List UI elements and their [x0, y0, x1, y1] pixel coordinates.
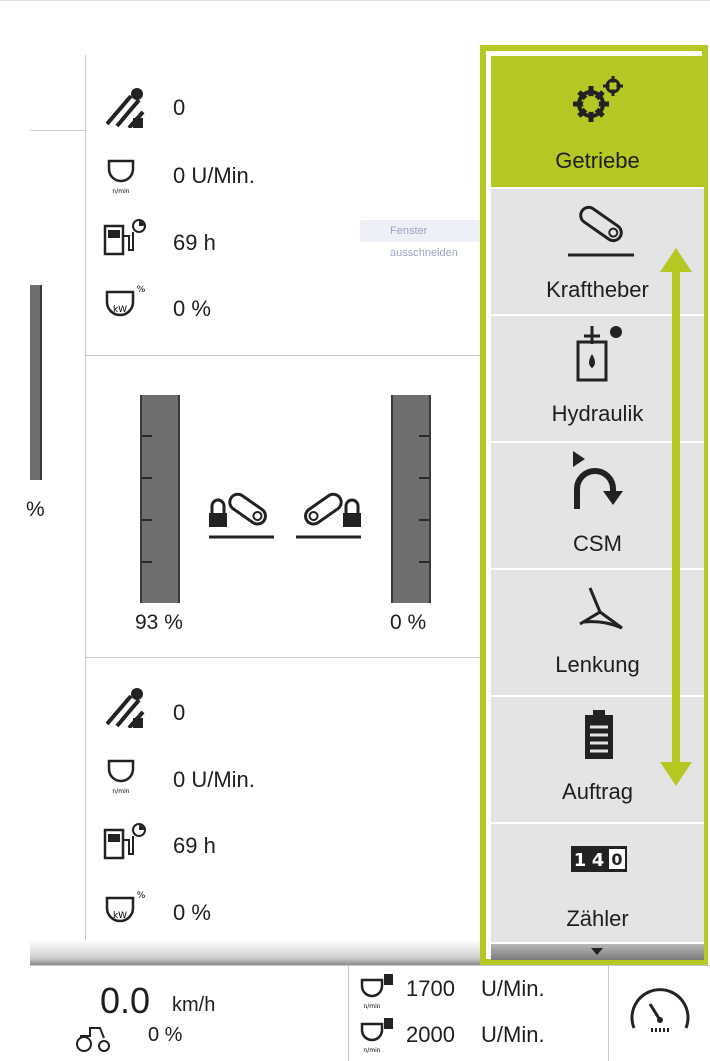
counter-icon: 1 4 0: [571, 846, 627, 872]
hitch-lever-icon: [568, 205, 634, 257]
speedometer-icon[interactable]: [628, 984, 692, 1034]
power-value: 0 %: [173, 296, 211, 321]
menu-item-getriebe[interactable]: Getriebe: [491, 56, 704, 189]
svg-text:kW: kW: [113, 911, 127, 921]
fuel-hours-icon: [103, 823, 146, 860]
footer-divider-1: [348, 966, 349, 1061]
menu-scroll-more[interactable]: [491, 944, 704, 960]
slip-value: 0 %: [148, 1024, 183, 1046]
menu-item-zaehler[interactable]: 1 4 0 Zähler: [491, 824, 704, 944]
middle-bottom-divider: [85, 657, 480, 658]
left-partial-gauge: [30, 285, 42, 480]
engine-rpm-icon: n/min: [107, 759, 135, 795]
status-footer: 0.0 km/h 0 % n/min 1700 U/Min. n/min 200…: [30, 965, 710, 1061]
front-hitch-lock-icon[interactable]: [293, 483, 365, 541]
engine-load-icon: kW %: [105, 285, 146, 317]
left-partial-value: %: [26, 498, 45, 521]
gears-icon: [573, 76, 623, 122]
turn-arrow-icon: [573, 451, 623, 509]
fuel-hours-icon: [103, 219, 146, 256]
speed-unit: km/h: [172, 994, 216, 1016]
engine-rpm-2-icon: n/min: [360, 1018, 393, 1054]
svg-text:0: 0: [611, 850, 622, 869]
rpm1-value: 1700: [406, 976, 455, 1001]
chevron-down-icon: [591, 948, 603, 955]
svg-text:4: 4: [592, 850, 605, 871]
area-value-2: 0: [173, 700, 186, 725]
rpm1-unit: U/Min.: [481, 976, 545, 1001]
scroll-indicator-icon[interactable]: [660, 248, 692, 786]
engine-rpm-1-icon: n/min: [360, 974, 393, 1010]
svg-text:n/min: n/min: [112, 788, 129, 795]
speed-value: 0.0: [100, 980, 151, 1021]
area-value: 0: [173, 95, 186, 120]
engine-rpm-icon: n/min: [107, 159, 135, 195]
power-value-2: 0 %: [173, 900, 211, 925]
right-hitch-value: 0 %: [390, 611, 427, 634]
right-hitch-gauge: [391, 395, 431, 603]
hydraulic-tank-icon: [576, 326, 622, 382]
rpm2-unit: U/Min.: [481, 1022, 545, 1047]
tractor-slip-icon: [76, 1027, 110, 1052]
hours-value-2: 69 h: [173, 833, 216, 858]
svg-text:n/min: n/min: [112, 188, 129, 195]
panel-separator: [85, 55, 86, 960]
engine-load-icon: kW %: [105, 891, 146, 923]
hours-value: 69 h: [173, 230, 216, 255]
svg-text:n/min: n/min: [363, 1047, 380, 1054]
svg-text:n/min: n/min: [363, 1003, 380, 1010]
scroll-shadow: [30, 940, 480, 965]
svg-text:%: %: [137, 285, 146, 295]
rear-hitch-lock-icon[interactable]: [206, 483, 278, 541]
top-border: [0, 0, 710, 1]
rpm2-value: 2000: [406, 1022, 455, 1047]
left-hitch-gauge: [140, 395, 180, 603]
footer-divider-2: [608, 966, 609, 1061]
svg-text:kW: kW: [113, 305, 127, 315]
middle-top-divider: [85, 355, 480, 356]
area-counter-icon: [105, 688, 145, 728]
rpm-value-2: 0 U/Min.: [173, 767, 255, 792]
tooltip: Fenster ausschneiden: [360, 220, 485, 259]
svg-text:1: 1: [574, 850, 587, 871]
left-divider: [30, 130, 85, 131]
left-hitch-value: 93 %: [135, 611, 183, 634]
rpm-value: 0 U/Min.: [173, 163, 255, 188]
svg-text:%: %: [137, 891, 146, 901]
area-counter-icon: [105, 88, 145, 128]
menu-label: Getriebe: [555, 148, 640, 173]
clipboard-icon: [585, 710, 613, 759]
menu-label: Zähler: [566, 906, 629, 931]
steering-icon: [579, 587, 623, 630]
